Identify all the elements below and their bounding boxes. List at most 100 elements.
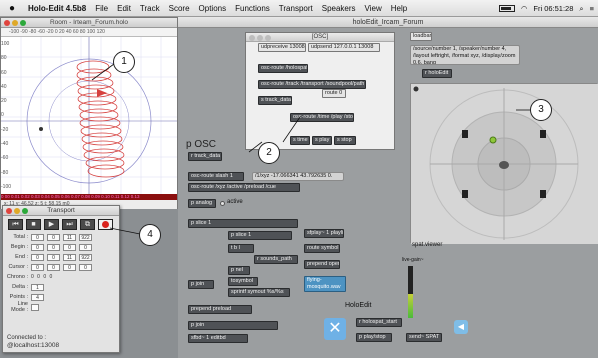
window-controls: [4, 20, 26, 26]
menu-edit[interactable]: Edit: [117, 4, 131, 13]
record-button[interactable]: [98, 219, 113, 230]
prepend-preload[interactable]: prepend preload: [188, 305, 252, 314]
minimize-button[interactable]: [14, 208, 20, 214]
osc-route-slash1[interactable]: osc-route slash 1: [188, 172, 244, 181]
number-box[interactable]: 0: [63, 263, 76, 271]
sfplay-object[interactable]: sfplay~ 1 playlist: [304, 229, 344, 238]
p-slice1-b[interactable]: p slice 1: [228, 231, 292, 240]
p-analog[interactable]: p analog: [188, 199, 216, 208]
rewind-button[interactable]: ⏮: [8, 219, 23, 230]
speaker-view[interactable]: [410, 83, 598, 244]
battery-icon[interactable]: [498, 5, 515, 12]
menu-view[interactable]: View: [365, 4, 382, 13]
send-track-data[interactable]: s track_data: [258, 96, 292, 105]
number-box[interactable]: 11: [63, 233, 76, 241]
close-button[interactable]: [4, 20, 10, 26]
minimize-button[interactable]: [257, 35, 263, 41]
minimize-button[interactable]: [12, 20, 18, 26]
p-nel[interactable]: p nel: [228, 266, 250, 275]
zoom-button[interactable]: [20, 20, 26, 26]
number-box[interactable]: 0: [31, 243, 44, 251]
number-box[interactable]: 0: [47, 243, 60, 251]
play-button[interactable]: ▶: [44, 219, 59, 230]
number-box[interactable]: 0: [63, 243, 76, 251]
p-slice1-a[interactable]: p slice 1: [188, 219, 298, 228]
t-b-l[interactable]: t b l: [228, 244, 254, 253]
begin-row: Begin : 0 0 0 0: [3, 242, 119, 252]
route-symbol[interactable]: route symbol: [304, 244, 340, 253]
zoom-button[interactable]: [22, 208, 28, 214]
number-box[interactable]: 0: [31, 253, 44, 261]
speaker-icon[interactable]: ◀: [454, 320, 468, 334]
posc-comment: p OSC: [186, 139, 217, 150]
menu-app-name[interactable]: Holo-Edit 4.5b8: [28, 4, 86, 13]
send-stop[interactable]: s stop: [334, 136, 356, 145]
menu-functions[interactable]: Functions: [235, 4, 270, 13]
number-box[interactable]: 0: [47, 253, 60, 261]
osc-route-time[interactable]: osc-route /time /play /stop: [290, 113, 354, 122]
menu-transport[interactable]: Transport: [279, 4, 313, 13]
points-input[interactable]: 4: [31, 293, 44, 301]
sprintf-object[interactable]: sprintf symout %s/%s: [228, 288, 290, 297]
p-join[interactable]: p join: [188, 280, 214, 289]
menu-score[interactable]: Score: [169, 4, 190, 13]
wifi-icon[interactable]: ◠: [521, 4, 528, 13]
loadbang-object[interactable]: loadbang: [410, 32, 432, 41]
route-0-object[interactable]: route 0: [322, 89, 346, 98]
udpsend-object[interactable]: udpsend 127.0.0.1 13008: [308, 43, 380, 52]
osc-route-holospat[interactable]: osc-route /holospat: [258, 64, 308, 73]
clock[interactable]: Fri 06:51:28: [533, 4, 573, 13]
number-box[interactable]: 922: [79, 233, 92, 241]
p-join-2[interactable]: p join: [188, 321, 278, 330]
source-config-message[interactable]: /source/number 1, /speaker/number 4, /la…: [410, 45, 520, 65]
active-toggle[interactable]: [220, 201, 225, 206]
udpreceive-object[interactable]: udpreceive 13008: [258, 43, 306, 52]
xyz-message[interactable]: /1/xyz -17.066341 43.792635 0.: [252, 172, 344, 181]
send-play[interactable]: s play: [312, 136, 332, 145]
p-play-stop[interactable]: p play/stop: [356, 333, 392, 342]
send-spat[interactable]: send~ SPAT: [406, 333, 442, 342]
apple-menu-icon[interactable]: ●: [6, 3, 18, 14]
osc-route-xyz[interactable]: osc-route /xyz /active /preload /cue: [188, 183, 300, 192]
menu-track[interactable]: Track: [140, 4, 160, 13]
gain-meter[interactable]: [408, 266, 413, 318]
loop-button[interactable]: ⧉: [80, 219, 95, 230]
line-mode-checkbox[interactable]: [31, 303, 39, 311]
forward-button[interactable]: ⏭: [62, 219, 77, 230]
send-time[interactable]: s time: [290, 136, 310, 145]
menu-list-icon[interactable]: ≡: [590, 4, 594, 13]
osc-route-track[interactable]: osc-route /track /transport /soundpool/p…: [258, 80, 366, 89]
number-box[interactable]: 922: [79, 253, 92, 261]
delta-input[interactable]: 1: [31, 283, 44, 291]
menu-bar: ● Holo-Edit 4.5b8 File Edit Track Score …: [0, 0, 598, 17]
callout-2: 2: [258, 142, 280, 164]
close-button[interactable]: [249, 35, 255, 41]
receive-track-data[interactable]: r track_data: [188, 152, 222, 161]
menu-help[interactable]: Help: [391, 4, 407, 13]
number-box[interactable]: 11: [63, 253, 76, 261]
prepend-open[interactable]: prepend open: [304, 260, 340, 269]
search-icon[interactable]: ⌕: [579, 4, 583, 14]
flying-mosquito-message[interactable]: flying-mosquito.wav: [304, 276, 346, 292]
tosymbol-object[interactable]: tosymbol: [228, 277, 258, 286]
row-label: Points :: [9, 294, 28, 300]
number-box[interactable]: 0: [31, 233, 44, 241]
number-box[interactable]: 0: [47, 233, 60, 241]
y-tick: -80: [1, 169, 9, 176]
receive-holoedit[interactable]: r holoEdit: [422, 69, 452, 78]
menu-file[interactable]: File: [95, 4, 108, 13]
number-box[interactable]: 0: [79, 243, 92, 251]
stop-button[interactable]: ■: [26, 219, 41, 230]
menu-speakers[interactable]: Speakers: [322, 4, 356, 13]
receive-holospat-start[interactable]: r holospat_start: [356, 318, 402, 327]
number-box[interactable]: 0: [47, 263, 60, 271]
close-x-icon[interactable]: ✕: [324, 318, 346, 340]
close-button[interactable]: [6, 208, 12, 214]
number-box[interactable]: 0: [31, 263, 44, 271]
menu-options[interactable]: Options: [199, 4, 227, 13]
room-plot[interactable]: 100 80 60 40 20 0 -20 -40 -60 -80 -100: [1, 37, 177, 194]
zoom-button[interactable]: [265, 35, 271, 41]
receive-sounds-path[interactable]: r sounds_path: [254, 255, 298, 264]
number-box[interactable]: 0: [79, 263, 92, 271]
sfbd-object[interactable]: sfbd~ 1 editbd: [188, 334, 248, 343]
